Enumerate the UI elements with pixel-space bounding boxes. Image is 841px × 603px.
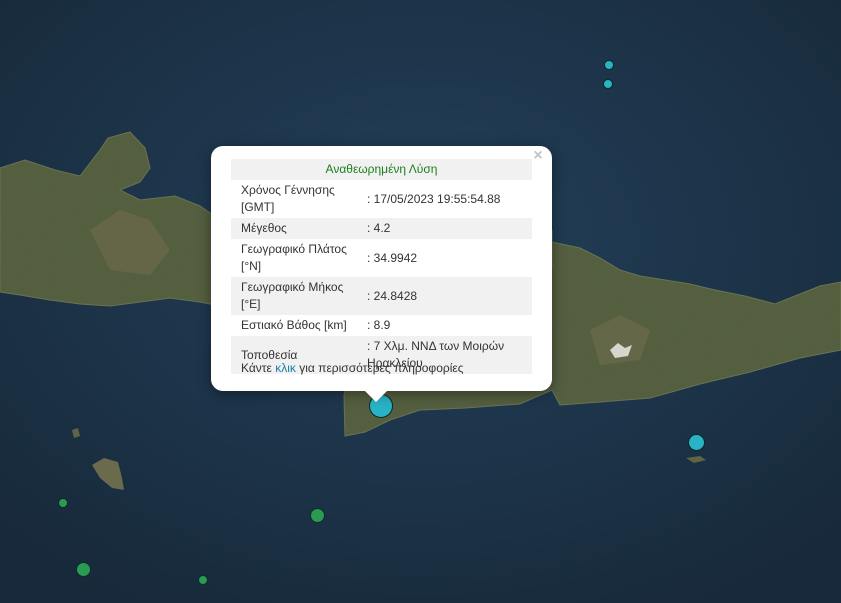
table-row: Αναθεωρημένη Λύση — [231, 159, 532, 180]
origin-time-label: Χρόνος Γέννησης [GMT] — [241, 183, 335, 214]
earthquake-marker[interactable] — [58, 498, 68, 508]
earthquake-marker[interactable] — [75, 561, 91, 577]
earthquake-marker[interactable] — [603, 79, 613, 89]
table-row: Χρόνος Γέννησης [GMT] : 17/05/2023 19:55… — [231, 180, 532, 218]
longitude-label: Γεωγραφικό Μήκος [°E] — [241, 280, 344, 311]
earthquake-marker[interactable] — [198, 575, 208, 585]
earthquake-marker[interactable] — [309, 507, 325, 523]
more-info-suffix: για περισσότερες πληροφορίες — [295, 361, 464, 375]
table-row: Γεωγραφικό Πλάτος [°N] : 34.9942 — [231, 239, 532, 277]
depth-value: : 8.9 — [367, 318, 391, 332]
earthquake-popup: × Αναθεωρημένη Λύση Χρόνος Γέννησης [GMT… — [211, 146, 552, 391]
earthquake-marker[interactable] — [604, 60, 614, 70]
more-info-link[interactable]: κλικ — [275, 361, 296, 375]
earthquake-marker[interactable] — [687, 433, 705, 451]
table-row: Εστιακό Βάθος [km] : 8.9 — [231, 315, 532, 336]
more-info-prefix: Κάντε — [241, 361, 276, 375]
magnitude-label: Μέγεθος — [241, 221, 287, 235]
depth-label: Εστιακό Βάθος [km] — [241, 318, 347, 332]
close-icon[interactable]: × — [530, 148, 546, 164]
table-row: Γεωγραφικό Μήκος [°E] : 24.8428 — [231, 277, 532, 315]
popup-tip — [364, 390, 388, 402]
earthquake-details-table: Αναθεωρημένη Λύση Χρόνος Γέννησης [GMT] … — [231, 159, 532, 374]
table-row: Μέγεθος : 4.2 — [231, 218, 532, 239]
origin-time-value: : 17/05/2023 19:55:54.88 — [367, 191, 501, 206]
popup-title: Αναθεωρημένη Λύση — [325, 162, 438, 176]
latitude-label: Γεωγραφικό Πλάτος [°N] — [241, 242, 347, 273]
more-info-text: Κάντε κλικ για περισσότερες πληροφορίες — [241, 361, 464, 375]
longitude-value: : 24.8428 — [367, 288, 418, 303]
latitude-value: : 34.9942 — [367, 250, 418, 265]
magnitude-value: : 4.2 — [367, 221, 391, 235]
